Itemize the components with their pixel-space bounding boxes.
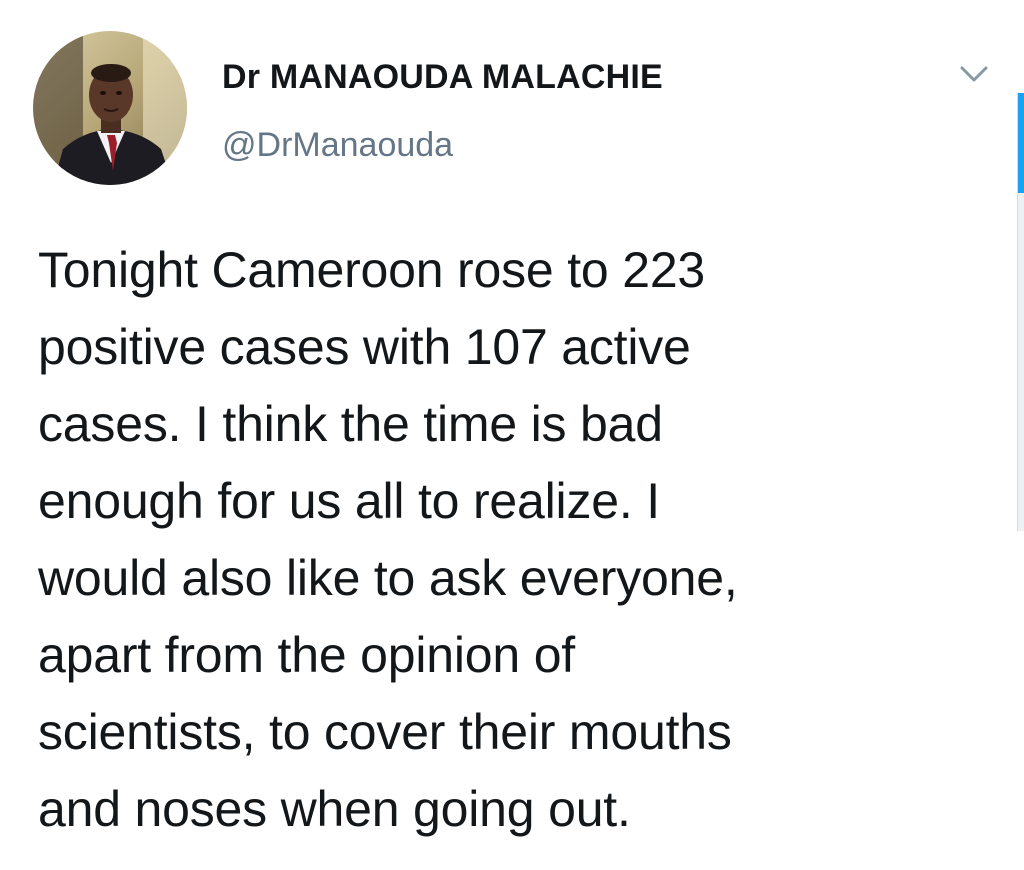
tweet-text: Tonight Cameroon rose to 223 positive ca… [38, 232, 958, 848]
chevron-down-icon [960, 66, 988, 82]
tweet-text-line: Tonight Cameroon rose to 223 [38, 242, 706, 298]
tweet-text-line: apart from the opinion of [38, 627, 575, 683]
author-avatar[interactable] [33, 31, 187, 185]
author-display-name[interactable]: Dr MANAOUDA MALACHIE [222, 58, 663, 97]
tweet-text-line: and noses when going out. [38, 781, 631, 837]
avatar-photo [33, 31, 187, 185]
tweet-text-line: positive cases with 107 active [38, 319, 691, 375]
tweet-text-line: cases. I think the time is bad [38, 396, 663, 452]
tweet-text-line: scientists, to cover their mouths [38, 704, 732, 760]
scrollbar[interactable] [1017, 93, 1024, 531]
scrollbar-thumb[interactable] [1018, 93, 1024, 193]
tweet-text-line: would also like to ask everyone, [38, 550, 738, 606]
tweet-card: Dr MANAOUDA MALACHIE @DrManaouda Tonight… [0, 0, 1024, 870]
author-handle[interactable]: @DrManaouda [222, 126, 453, 165]
tweet-menu-button[interactable] [954, 56, 994, 92]
tweet-text-line: enough for us all to realize. I [38, 473, 660, 529]
